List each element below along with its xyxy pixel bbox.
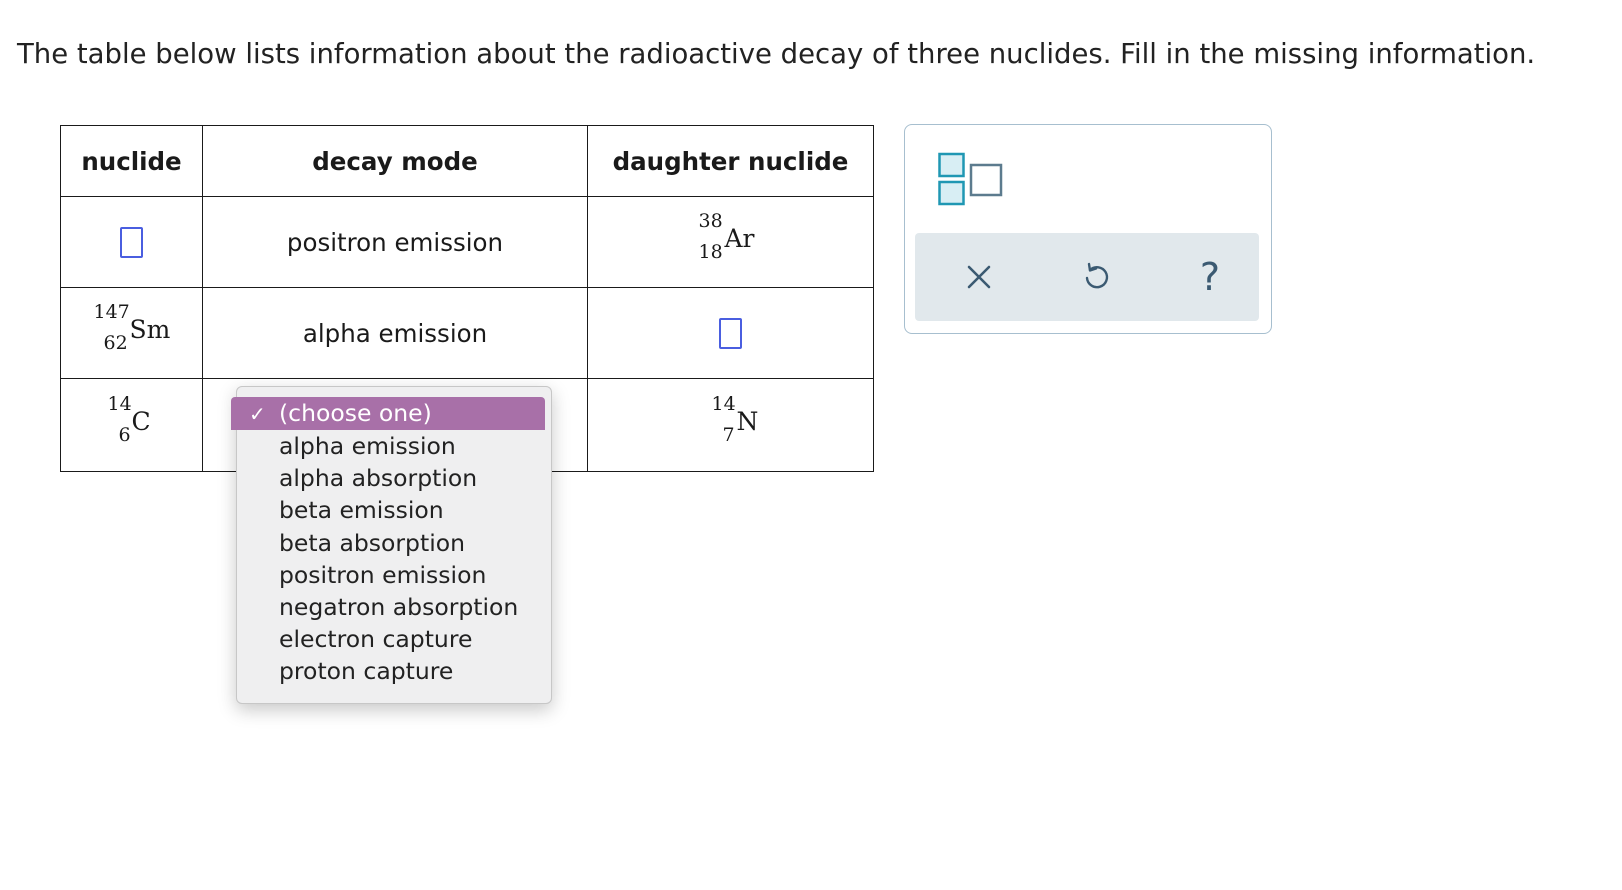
decay-mode-dropdown[interactable]: ✓ (choose one) alpha emission alpha abso… <box>231 386 552 704</box>
nuclide-answer-box[interactable] <box>120 226 143 258</box>
mass-number: 14 <box>711 393 736 415</box>
answer-toolbar: ? <box>915 233 1259 321</box>
dropdown-option[interactable]: negatron absorption <box>279 591 518 623</box>
superscript-subscript-template-icon[interactable] <box>938 151 1004 209</box>
table-row: positron emission 38 18 Ar <box>60 196 874 288</box>
dropdown-option[interactable]: electron capture <box>279 623 518 655</box>
checkmark-icon: ✓ <box>249 402 266 426</box>
dropdown-option[interactable]: positron emission <box>279 559 518 591</box>
answer-tool-panel: ? <box>904 124 1272 334</box>
element-symbol: Ar <box>724 224 755 253</box>
dropdown-option[interactable]: beta emission <box>279 494 518 526</box>
element-symbol: C <box>131 407 151 436</box>
element-symbol: Sm <box>129 315 171 344</box>
dropdown-option[interactable]: alpha emission <box>279 430 518 462</box>
dropdown-option[interactable]: alpha absorption <box>279 462 518 494</box>
close-icon[interactable] <box>957 255 1001 299</box>
atomic-number: 18 <box>698 241 723 263</box>
mass-number: 38 <box>698 210 723 232</box>
dropdown-selected-label: (choose one) <box>279 399 432 427</box>
nitrogen-nuclide-symbol: 14 7 N <box>687 393 775 457</box>
element-symbol: N <box>736 407 759 436</box>
undo-icon[interactable] <box>1074 255 1118 299</box>
dropdown-option[interactable]: beta absorption <box>279 527 518 559</box>
dropdown-options-list: alpha emission alpha absorption beta emi… <box>279 430 518 688</box>
atomic-number: 6 <box>118 424 131 446</box>
decay-mode-text: alpha emission <box>302 318 488 348</box>
nuclide-cell <box>60 196 203 288</box>
atomic-number: 7 <box>722 424 735 446</box>
help-icon[interactable]: ? <box>1188 255 1232 299</box>
carbon-nuclide-symbol: 14 6 C <box>88 393 176 457</box>
dropdown-selected-option[interactable]: ✓ (choose one) <box>231 397 545 430</box>
dropdown-option[interactable]: proton capture <box>279 655 518 687</box>
header-daughter-nuclide: daughter nuclide <box>587 125 874 197</box>
decay-mode-cell: alpha emission <box>202 287 588 379</box>
daughter-cell: 14 7 N <box>587 378 874 472</box>
decay-mode-cell: positron emission <box>202 196 588 288</box>
argon-nuclide-symbol: 38 18 Ar <box>687 210 775 274</box>
mass-number: 14 <box>107 393 132 415</box>
table-row: 147 62 Sm alpha emission <box>60 287 874 379</box>
nuclide-cell: 14 6 C <box>60 378 203 472</box>
header-nuclide: nuclide <box>60 125 203 197</box>
daughter-cell <box>587 287 874 379</box>
question-instruction: The table below lists information about … <box>17 38 1536 70</box>
mass-number: 147 <box>93 301 130 323</box>
header-decay-mode: decay mode <box>202 125 588 197</box>
samarium-nuclide-symbol: 147 62 Sm <box>88 301 176 365</box>
atomic-number: 62 <box>103 332 128 354</box>
decay-mode-text: positron emission <box>286 227 504 257</box>
table-header-row: nuclide decay mode daughter nuclide <box>60 125 874 197</box>
daughter-answer-box[interactable] <box>719 317 742 349</box>
daughter-cell: 38 18 Ar <box>587 196 874 288</box>
nuclide-cell: 147 62 Sm <box>60 287 203 379</box>
